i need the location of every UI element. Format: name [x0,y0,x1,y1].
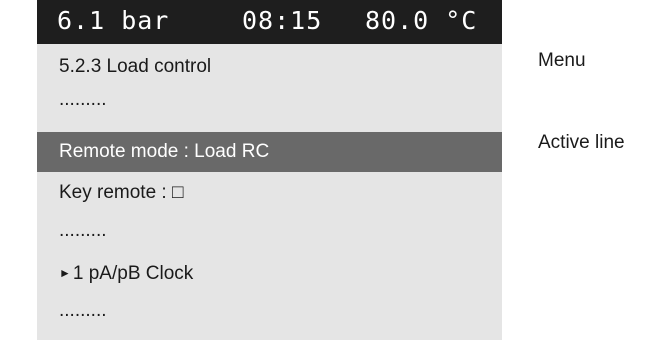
menu-item-key-remote[interactable]: Key remote : □ [37,173,502,213]
ellipsis-label: ......... [59,300,107,321]
annotation-active-line: Active line [538,132,625,153]
clock-label: 1 pA/pB Clock [72,263,194,284]
status-bar: 6.1 bar 08:15 80.0 °C [37,0,502,44]
temperature-readout: 80.0 °C [365,6,478,35]
menu-ellipsis: ......... [37,80,502,120]
ellipsis-label: ......... [59,220,107,241]
menu-item-clock[interactable]: ► 1 pA/pB Clock [37,253,502,293]
menu-ellipsis: ......... [37,291,502,331]
controller-display: 6.1 bar 08:15 80.0 °C 5.2.3 Load control… [37,0,502,340]
submenu-arrow-icon: ► [59,266,71,280]
time-readout: 08:15 [242,6,323,35]
key-remote-label: Key remote : □ [59,182,184,203]
pressure-readout: 6.1 bar [57,6,170,35]
annotation-menu: Menu [538,50,586,71]
remote-mode-label: Remote mode : Load RC [59,141,270,162]
menu-ellipsis: ......... [37,211,502,251]
ellipsis-label: ......... [59,89,107,110]
menu-item-remote-mode[interactable]: Remote mode : Load RC [37,132,502,172]
